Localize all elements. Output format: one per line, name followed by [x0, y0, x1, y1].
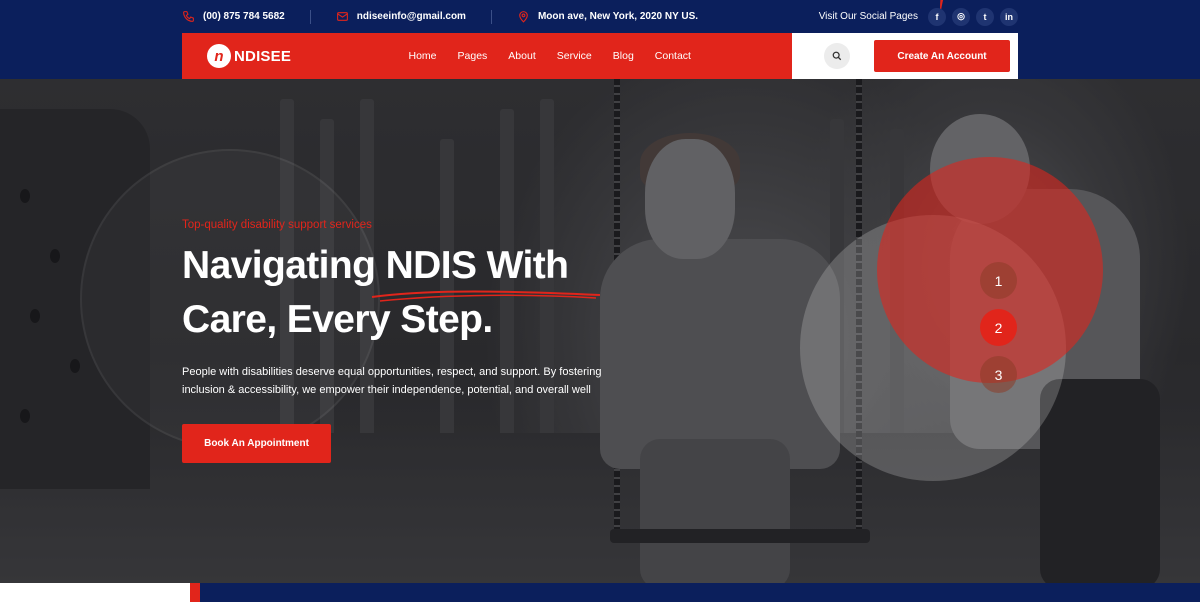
address-contact: Moon ave, New York, 2020 NY US. — [517, 10, 698, 23]
address-text: Moon ave, New York, 2020 NY US. — [537, 11, 699, 22]
hero-content: Top-quality disability support services … — [182, 219, 622, 463]
next-section-edge — [0, 583, 1200, 602]
hero-eyebrow: Top-quality disability support services — [182, 219, 372, 231]
hero-headline: Navigating NDIS With Care, Every Step. — [182, 239, 622, 347]
phone-contact[interactable]: (00) 875 784 5682 — [182, 10, 285, 23]
nav-link-about[interactable]: About — [498, 50, 546, 62]
slide-dot-1[interactable]: 1 — [980, 262, 1017, 299]
search-button[interactable] — [824, 43, 850, 69]
nav-primary: n NDISEE Home Pages About Service Blog C… — [182, 33, 792, 79]
create-account-button[interactable]: Create An Account — [874, 40, 1010, 72]
divider — [490, 9, 492, 24]
book-appointment-button[interactable]: Book An Appointment — [182, 424, 331, 463]
twitter-icon[interactable]: t — [976, 7, 994, 26]
phone-icon — [183, 11, 194, 22]
nav-link-service[interactable]: Service — [546, 50, 602, 62]
hero-description: People with disabilities deserve equal o… — [182, 366, 602, 396]
nav-link-home[interactable]: Home — [398, 50, 447, 62]
nav-actions: Create An Account — [792, 33, 1018, 79]
email-contact[interactable]: ndiseeinfo@gmail.com — [336, 10, 466, 23]
nav-link-contact[interactable]: Contact — [644, 50, 701, 62]
hero-section: Top-quality disability support services … — [0, 79, 1200, 583]
search-icon — [832, 51, 842, 61]
divider — [309, 9, 311, 24]
social-label: Visit Our Social Pages — [818, 11, 918, 22]
headline-underline-decoration — [371, 290, 601, 302]
nav-link-blog[interactable]: Blog — [602, 50, 644, 62]
linkedin-icon[interactable]: in — [1000, 7, 1018, 26]
location-pin-icon — [519, 11, 528, 23]
slide-dot-2[interactable]: 2 — [980, 309, 1017, 346]
facebook-icon[interactable]: f — [928, 7, 946, 26]
slider-pagination: 1 2 3 — [980, 262, 1017, 393]
slide-dot-3[interactable]: 3 — [980, 356, 1017, 393]
logo-mark-icon: n — [207, 44, 231, 68]
main-navbar: n NDISEE Home Pages About Service Blog C… — [182, 33, 1018, 79]
nav-link-pages[interactable]: Pages — [447, 50, 498, 62]
logo-text: NDISEE — [234, 47, 292, 65]
social-links: Visit Our Social Pages f ◎ t in — [819, 0, 1018, 33]
phone-number: (00) 875 784 5682 — [203, 11, 285, 22]
email-address: ndiseeinfo@gmail.com — [356, 11, 466, 22]
instagram-icon[interactable]: ◎ — [952, 7, 970, 26]
contact-info: (00) 875 784 5682 ndiseeinfo@gmail.com M… — [182, 0, 698, 33]
logo[interactable]: n NDISEE — [207, 44, 291, 68]
mail-icon — [336, 12, 348, 21]
nav-links: Home Pages About Service Blog Contact — [398, 33, 701, 79]
